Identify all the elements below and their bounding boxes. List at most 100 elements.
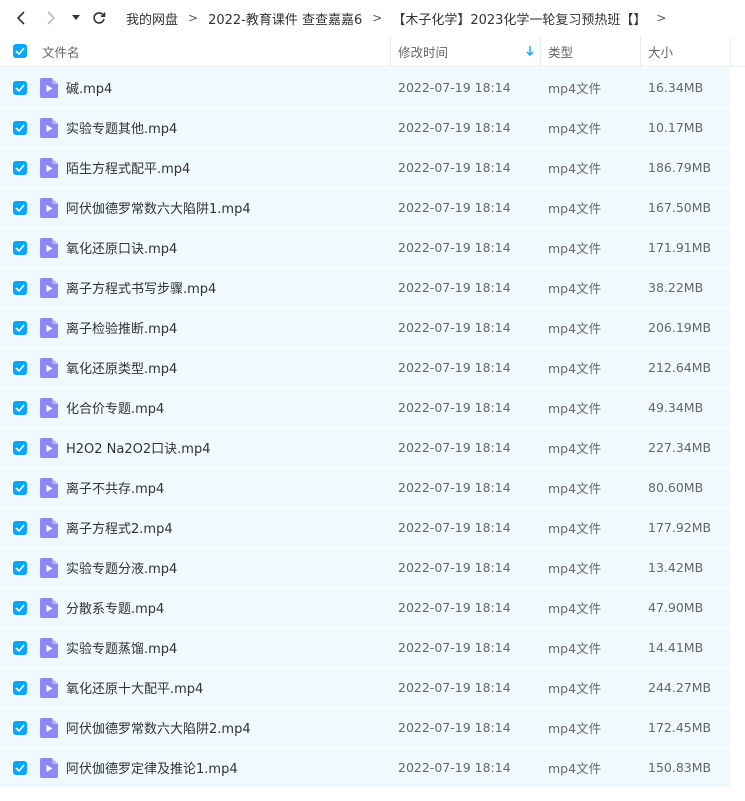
table-row[interactable]: 离子检验推断.mp4 2022-07-19 18:14 mp4文件 206.19MB [0, 308, 730, 348]
table-row[interactable]: 离子方程式2.mp4 2022-07-19 18:14 mp4文件 177.92MB [0, 508, 730, 548]
row-checkbox[interactable] [0, 160, 40, 175]
file-name[interactable]: H2O2 Na2O2口诀.mp4 [66, 438, 210, 457]
file-name-cell: 离子检验推断.mp4 [40, 317, 390, 338]
row-checkbox[interactable] [0, 400, 40, 415]
refresh-button[interactable] [86, 5, 112, 31]
file-name[interactable]: 氧化还原十大配平.mp4 [66, 678, 203, 697]
table-row[interactable]: H2O2 Na2O2口诀.mp4 2022-07-19 18:14 mp4文件 227… [0, 428, 730, 468]
row-checkbox[interactable] [0, 720, 40, 735]
table-row[interactable]: 氧化还原口诀.mp4 2022-07-19 18:14 mp4文件 171.91MB [0, 228, 730, 268]
file-name[interactable]: 氧化还原口诀.mp4 [66, 238, 177, 257]
modified-time: 2022-07-19 18:14 [398, 360, 511, 375]
chevron-right-icon [47, 11, 56, 25]
file-name[interactable]: 离子方程式书写步骤.mp4 [66, 278, 216, 297]
video-file-icon [40, 157, 58, 178]
checkbox [13, 760, 27, 775]
column-header-name[interactable]: 文件名 [40, 36, 390, 66]
row-checkbox[interactable] [0, 120, 40, 135]
file-name-cell: 实验专题分液.mp4 [40, 557, 390, 578]
table-row[interactable]: 化合价专题.mp4 2022-07-19 18:14 mp4文件 49.34MB [0, 388, 730, 428]
row-checkbox[interactable] [0, 520, 40, 535]
column-header-time[interactable]: 修改时间 [390, 36, 540, 66]
row-checkbox[interactable] [0, 360, 40, 375]
table-row[interactable]: 阿伏伽德罗常数六大陷阱1.mp4 2022-07-19 18:14 mp4文件 167… [0, 188, 730, 228]
row-checkbox[interactable] [0, 680, 40, 695]
row-checkbox[interactable] [0, 600, 40, 615]
row-checkbox[interactable] [0, 280, 40, 295]
file-type: mp4文件 [548, 361, 602, 376]
modified-time: 2022-07-19 18:14 [398, 400, 511, 415]
checkbox [13, 160, 27, 175]
modified-time: 2022-07-19 18:14 [398, 560, 511, 575]
file-name[interactable]: 阿伏伽德罗常数六大陷阱2.mp4 [66, 718, 251, 737]
file-type: mp4文件 [548, 601, 602, 616]
row-checkbox[interactable] [0, 320, 40, 335]
row-checkbox[interactable] [0, 200, 40, 215]
forward-button[interactable] [38, 5, 64, 31]
file-list-header: 文件名 修改时间 类型 大小 [0, 36, 745, 67]
file-size: 16.34MB [648, 80, 704, 95]
row-checkbox[interactable] [0, 640, 40, 655]
row-checkbox[interactable] [0, 240, 40, 255]
table-row[interactable]: 分散系专题.mp4 2022-07-19 18:14 mp4文件 47.90MB [0, 588, 730, 628]
checkbox [13, 560, 27, 575]
check-icon [15, 523, 25, 532]
table-row[interactable]: 实验专题蒸馏.mp4 2022-07-19 18:14 mp4文件 14.41MB [0, 628, 730, 668]
breadcrumb-item[interactable]: 2022-教育课件 查查嘉嘉6 [208, 9, 362, 28]
row-checkbox[interactable] [0, 80, 40, 95]
row-checkbox[interactable] [0, 440, 40, 455]
file-name-cell: 分散系专题.mp4 [40, 597, 390, 618]
file-name[interactable]: 碱.mp4 [66, 78, 112, 97]
table-row[interactable]: 氧化还原十大配平.mp4 2022-07-19 18:14 mp4文件 244.27M… [0, 668, 730, 708]
row-checkbox[interactable] [0, 560, 40, 575]
file-size: 150.83MB [648, 760, 712, 775]
check-icon [15, 83, 25, 92]
table-row[interactable]: 离子方程式书写步骤.mp4 2022-07-19 18:14 mp4文件 38.22M… [0, 268, 730, 308]
file-name-cell: 化合价专题.mp4 [40, 397, 390, 418]
file-name-cell: 离子方程式书写步骤.mp4 [40, 277, 390, 298]
modified-time: 2022-07-19 18:14 [398, 480, 511, 495]
file-list: 碱.mp4 2022-07-19 18:14 mp4文件 16.34MB 实验专题其他.… [0, 68, 745, 788]
sort-descending-icon [526, 46, 534, 56]
file-name[interactable]: 实验专题其他.mp4 [66, 118, 177, 137]
file-name-cell: 陌生方程式配平.mp4 [40, 157, 390, 178]
table-row[interactable]: 阿伏伽德罗常数六大陷阱2.mp4 2022-07-19 18:14 mp4文件 172… [0, 708, 730, 748]
column-header-spacer [730, 36, 745, 66]
table-row[interactable]: 实验专题其他.mp4 2022-07-19 18:14 mp4文件 10.17MB [0, 108, 730, 148]
file-name[interactable]: 离子检验推断.mp4 [66, 318, 177, 337]
file-name[interactable]: 分散系专题.mp4 [66, 598, 164, 617]
back-button[interactable] [8, 5, 34, 31]
table-row[interactable]: 陌生方程式配平.mp4 2022-07-19 18:14 mp4文件 186.79MB [0, 148, 730, 188]
modified-time: 2022-07-19 18:14 [398, 720, 511, 735]
table-row[interactable]: 实验专题分液.mp4 2022-07-19 18:14 mp4文件 13.42MB [0, 548, 730, 588]
table-row[interactable]: 阿伏伽德罗定律及推论1.mp4 2022-07-19 18:14 mp4文件 150.… [0, 748, 730, 788]
file-type: mp4文件 [548, 521, 602, 536]
file-name[interactable]: 氧化还原类型.mp4 [66, 358, 177, 377]
history-dropdown-button[interactable] [68, 5, 84, 31]
select-all-checkbox[interactable] [0, 36, 40, 66]
row-checkbox[interactable] [0, 480, 40, 495]
video-file-icon [40, 637, 58, 658]
check-icon [15, 363, 25, 372]
table-row[interactable]: 碱.mp4 2022-07-19 18:14 mp4文件 16.34MB [0, 68, 730, 108]
file-name[interactable]: 实验专题分液.mp4 [66, 558, 177, 577]
file-size: 172.45MB [648, 720, 712, 735]
table-row[interactable]: 离子不共存.mp4 2022-07-19 18:14 mp4文件 80.60MB [0, 468, 730, 508]
file-name[interactable]: 实验专题蒸馏.mp4 [66, 638, 177, 657]
file-name[interactable]: 离子方程式2.mp4 [66, 518, 173, 537]
column-header-size[interactable]: 大小 [640, 36, 730, 66]
file-name[interactable]: 离子不共存.mp4 [66, 478, 164, 497]
row-checkbox[interactable] [0, 760, 40, 775]
file-name[interactable]: 化合价专题.mp4 [66, 398, 164, 417]
file-name[interactable]: 阿伏伽德罗定律及推论1.mp4 [66, 758, 238, 777]
table-row[interactable]: 氧化还原类型.mp4 2022-07-19 18:14 mp4文件 212.64MB [0, 348, 730, 388]
video-file-icon [40, 277, 58, 298]
video-file-icon [40, 397, 58, 418]
file-name[interactable]: 陌生方程式配平.mp4 [66, 158, 190, 177]
column-header-type[interactable]: 类型 [540, 36, 640, 66]
modified-time: 2022-07-19 18:14 [398, 520, 511, 535]
breadcrumb-item[interactable]: 我的网盘 [126, 9, 178, 28]
file-size: 244.27MB [648, 680, 712, 695]
file-name[interactable]: 阿伏伽德罗常数六大陷阱1.mp4 [66, 198, 251, 217]
breadcrumb-item[interactable]: 【木子化学】2023化学一轮复习预热班【】 [392, 9, 646, 28]
